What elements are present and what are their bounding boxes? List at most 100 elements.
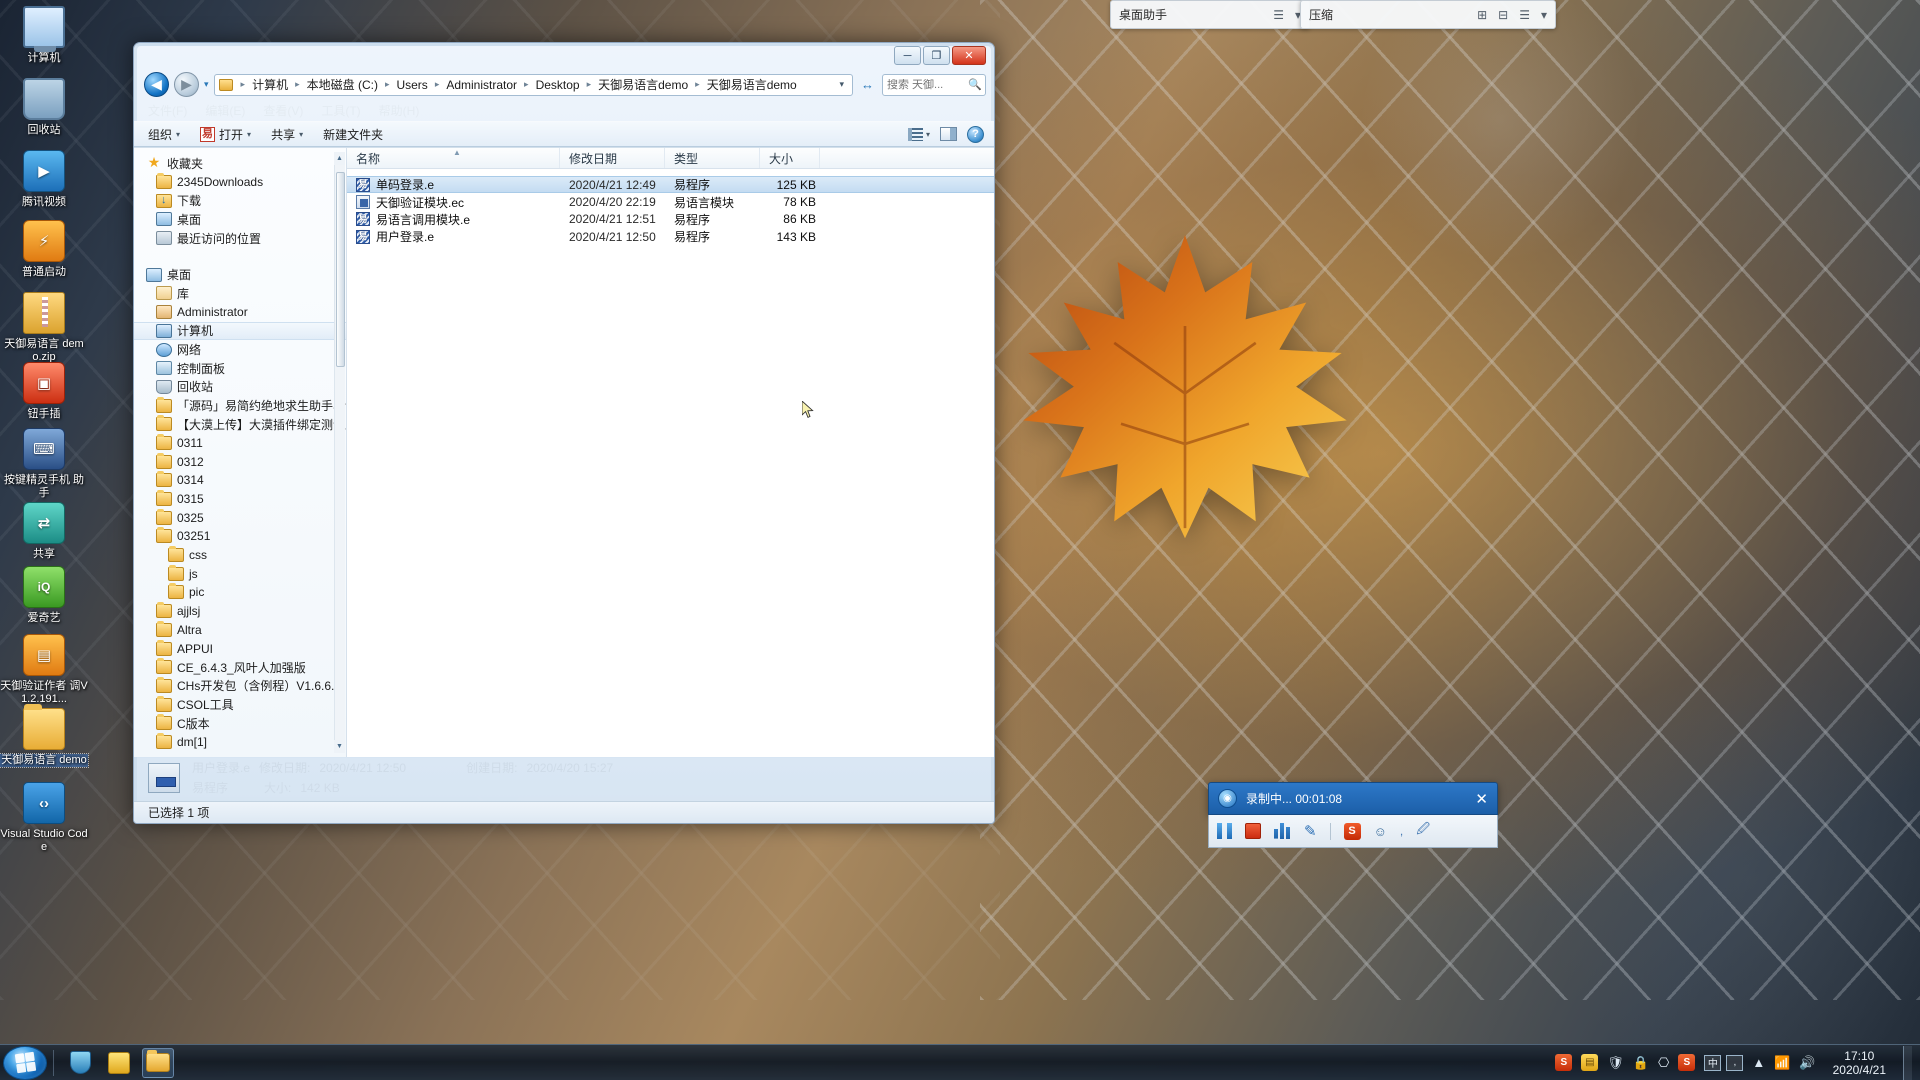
menu-file[interactable]: 文件(F): [148, 102, 187, 119]
breadcrumb-local-disk[interactable]: 本地磁盘 (C:): [305, 76, 380, 93]
taskbar[interactable]: S ▤ 🛡 🔒 ⎔ S 中 , ▲ 📶 🔊 17:10 2020/4/21: [0, 1044, 1920, 1080]
refresh-button[interactable]: ↔: [858, 77, 877, 92]
search-box[interactable]: 🔍: [882, 73, 986, 96]
chevron-up-icon[interactable]: ▲: [1752, 1056, 1765, 1069]
sogou-logo-icon[interactable]: S: [1343, 822, 1361, 840]
desktop-icon-quick-launch[interactable]: ⚡ 普通启动: [0, 220, 88, 279]
nav-item-folder-0315[interactable]: 0315: [134, 490, 346, 509]
nav-item-folder-csol[interactable]: CSOL工具: [134, 695, 346, 714]
nav-item-computer[interactable]: 计算机: [134, 321, 346, 341]
scroll-down-icon[interactable]: ▼: [334, 740, 345, 753]
nav-item-2345downloads[interactable]: 2345Downloads: [134, 173, 346, 192]
comma-icon[interactable]: ,: [1400, 824, 1403, 838]
desktop-icon-share[interactable]: ⇄ 共享: [0, 502, 88, 561]
file-list-pane[interactable]: ▲ 名称 修改日期 类型 大小 易 单码登录.e 2020/4/21 12:49…: [347, 148, 994, 757]
ime-punctuation-icon[interactable]: ,: [1726, 1054, 1744, 1071]
nav-item-control-panel[interactable]: 控制面板: [134, 359, 346, 378]
desktop-icon-vscode[interactable]: ‹› Visual Studio Code: [0, 782, 88, 854]
desktop-icon-recycle-bin[interactable]: 回收站: [0, 78, 88, 137]
table-row[interactable]: 天御验证模块.ec 2020/4/20 22:19 易语言模块 78 KB: [347, 193, 994, 210]
nav-item-folder-03251[interactable]: 03251: [134, 527, 346, 546]
ime-indicator[interactable]: 中 ,: [1704, 1054, 1744, 1071]
desktop-icon-iqiyi[interactable]: iQ 爱奇艺: [0, 566, 88, 625]
close-icon[interactable]: ✕: [1475, 790, 1488, 808]
recording-control-bar[interactable]: ✎ S ☺ , 🖉: [1208, 815, 1498, 848]
nav-item-folder-ce[interactable]: CE_6.4.3_风叶人加强版: [134, 658, 346, 677]
help-icon[interactable]: ?: [967, 125, 984, 143]
start-button[interactable]: [3, 1045, 47, 1080]
breadcrumb-computer[interactable]: 计算机: [250, 76, 290, 93]
nav-pane-scrollbar[interactable]: [334, 152, 345, 753]
taskbar-clock[interactable]: 17:10 2020/4/21: [1825, 1049, 1894, 1077]
nav-item-folder-7[interactable]: 【大漠上传】大漠插件绑定测试工具(: [134, 415, 346, 434]
nav-item-recycle-bin[interactable]: 回收站: [134, 378, 346, 397]
s-logo-icon[interactable]: S: [1555, 1054, 1573, 1071]
forward-button[interactable]: ▶: [174, 72, 199, 97]
grid-icon[interactable]: ⊞: [1477, 8, 1487, 22]
highlight-icon[interactable]: 🖉: [1416, 820, 1430, 842]
stop-button[interactable]: [1245, 823, 1261, 839]
nav-item-folder-0311[interactable]: 0311: [134, 433, 346, 453]
chart-button[interactable]: [1274, 823, 1291, 839]
nav-desktop-header[interactable]: 桌面: [134, 265, 346, 284]
desktop-assistant-bar[interactable]: 桌面助手 ☰ ▾: [1110, 0, 1310, 29]
nav-scroll-thumb[interactable]: [336, 172, 345, 367]
recording-title-bar[interactable]: ◉ 录制中... 00:01:08 ✕: [1208, 782, 1498, 815]
lock-icon[interactable]: 🔒: [1633, 1056, 1649, 1069]
search-icon[interactable]: 🔍: [968, 78, 982, 91]
smiley-icon[interactable]: ☺: [1374, 824, 1387, 839]
menu-tools[interactable]: 工具(T): [321, 102, 360, 119]
file-explorer-window[interactable]: ─ ❐ ✕ ◀ ▶ ▾ ▸ 计算机 ▸ 本地磁盘 (C:) ▸ Users ▸ …: [133, 42, 995, 824]
breadcrumb-desktop[interactable]: Desktop: [534, 78, 582, 92]
share-button[interactable]: 共享 ▾: [271, 126, 303, 143]
nav-item-folder-pic[interactable]: pic: [134, 583, 346, 602]
chevron-down-icon[interactable]: ▾: [1541, 8, 1547, 22]
table-row[interactable]: 易 用户登录.e 2020/4/21 12:50 易程序 143 KB: [347, 228, 994, 245]
breadcrumb-administrator[interactable]: Administrator: [444, 78, 519, 92]
shield-icon[interactable]: 🛡: [1607, 1056, 1624, 1069]
scroll-up-icon[interactable]: ▲: [334, 152, 345, 165]
desktop-icon-key-wizard[interactable]: ⌨ 按键精灵手机 助手: [0, 428, 88, 500]
menu-edit[interactable]: 编辑(E): [205, 102, 245, 119]
nav-item-folder-js[interactable]: js: [134, 564, 346, 583]
nav-item-folder-css[interactable]: css: [134, 546, 346, 565]
change-view-button[interactable]: ▾: [907, 127, 930, 141]
back-button[interactable]: ◀: [144, 72, 169, 97]
desktop-icon-demo-folder[interactable]: 天御易语言 demo: [0, 704, 89, 768]
column-header-name[interactable]: ▲ 名称: [347, 148, 560, 168]
nav-item-folder-6[interactable]: 「源码」易简约绝地求生助手易语言: [134, 396, 346, 415]
column-header-date[interactable]: 修改日期: [560, 148, 665, 168]
nav-item-folder-0314[interactable]: 0314: [134, 471, 346, 490]
taskbar-item-app[interactable]: [103, 1048, 135, 1078]
open-button[interactable]: 易 打开 ▾: [200, 126, 251, 143]
address-bar[interactable]: ▸ 计算机 ▸ 本地磁盘 (C:) ▸ Users ▸ Administrato…: [213, 73, 853, 96]
maximize-button[interactable]: ❐: [923, 46, 950, 65]
organize-button[interactable]: 组织 ▾: [148, 126, 180, 143]
nav-item-downloads[interactable]: 下载: [134, 191, 346, 210]
close-button[interactable]: ✕: [952, 46, 986, 65]
ime-language-icon[interactable]: 中: [1704, 1054, 1722, 1071]
nav-item-folder-appui[interactable]: APPUI: [134, 639, 346, 658]
preview-pane-icon[interactable]: [940, 127, 957, 141]
nav-favorites-header[interactable]: ★ 收藏夹: [134, 154, 346, 173]
navigation-pane[interactable]: ★ 收藏夹 2345Downloads 下载 桌面 最近访问的位置: [134, 148, 347, 757]
nav-item-network[interactable]: 网络: [134, 340, 346, 359]
pen-button[interactable]: ✎: [1304, 822, 1317, 840]
compress-bar[interactable]: 压缩 ⊞ ⊟ ☰ ▾: [1300, 0, 1556, 29]
minimize-button[interactable]: ─: [894, 46, 921, 65]
card-icon[interactable]: ▤: [1581, 1054, 1599, 1071]
network-icon[interactable]: 📶: [1774, 1056, 1790, 1069]
desktop-icon-demo-zip[interactable]: 天御易语言 demo.zip: [0, 292, 88, 364]
pause-button[interactable]: [1217, 823, 1232, 839]
usb-icon[interactable]: ⎔: [1658, 1056, 1669, 1069]
address-dropdown-icon[interactable]: ▾: [835, 79, 848, 90]
taskbar-item-explorer[interactable]: [142, 1047, 174, 1078]
desktop-icon-computer[interactable]: 计算机: [0, 6, 88, 65]
menu-help[interactable]: 帮助(H): [379, 102, 420, 119]
nav-item-folder-0325[interactable]: 0325: [134, 508, 346, 527]
desktop-icon-verify-tool[interactable]: ▤ 天御验证作者 调V1.2.191...: [0, 634, 88, 706]
table-row[interactable]: 易 单码登录.e 2020/4/21 12:49 易程序 125 KB: [347, 176, 994, 194]
taskbar-item-shield[interactable]: [64, 1048, 96, 1078]
search-input[interactable]: [887, 78, 965, 91]
nav-item-folder-0312[interactable]: 0312: [134, 452, 346, 471]
